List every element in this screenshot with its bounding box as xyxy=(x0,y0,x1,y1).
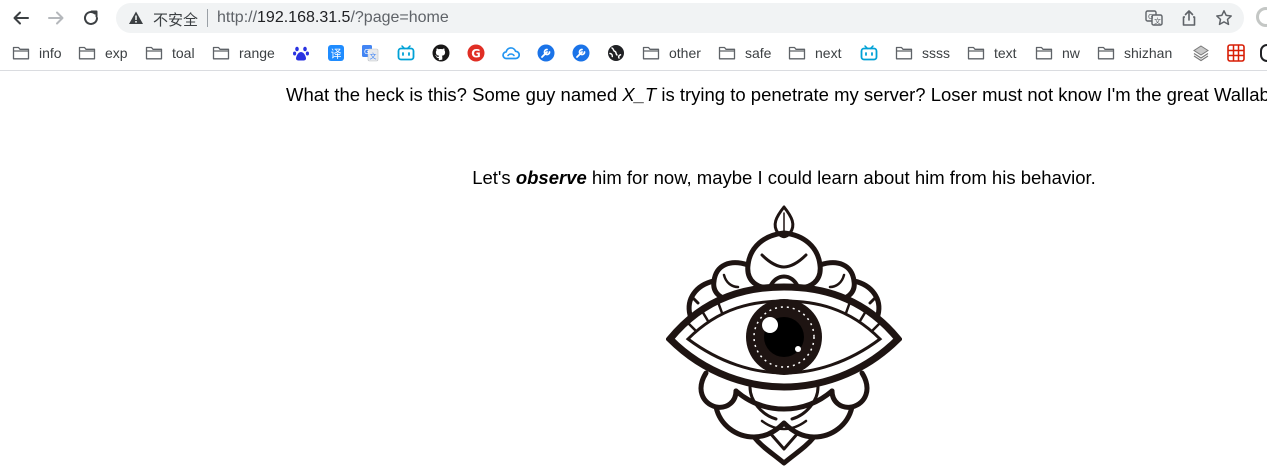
blue-tool-icon[interactable] xyxy=(537,44,555,62)
bookmark-label: text xyxy=(994,45,1017,61)
share-icon[interactable] xyxy=(1180,9,1198,27)
bookmark-star-icon[interactable] xyxy=(1215,9,1233,27)
intro-text-end: is trying to penetrate my server? Loser … xyxy=(656,84,1267,105)
attacker-name: X_T xyxy=(622,84,657,105)
overflow-bookmark-icon[interactable] xyxy=(1260,44,1267,62)
back-arrow-icon xyxy=(13,11,29,25)
not-secure-label[interactable]: 不安全 xyxy=(153,9,198,30)
bookmark-folder-ssss[interactable]: ssss xyxy=(895,36,950,70)
svg-text:G: G xyxy=(471,46,480,60)
forward-arrow-icon xyxy=(48,11,64,25)
reload-button[interactable] xyxy=(78,6,104,30)
reload-icon xyxy=(84,10,98,25)
folder-icon xyxy=(78,46,96,60)
warning-triangle-icon[interactable] xyxy=(128,10,144,26)
bookmark-folder-range[interactable]: range xyxy=(212,36,275,70)
url-scheme: http:// xyxy=(217,9,258,26)
github-icon[interactable] xyxy=(432,44,450,62)
bookmark-folder-info[interactable]: info xyxy=(12,36,62,70)
baidu-paw-icon[interactable] xyxy=(292,44,310,62)
bookmark-label: next xyxy=(815,45,842,61)
bookmark-label: safe xyxy=(745,45,772,61)
bookmark-folder-exp[interactable]: exp xyxy=(78,36,128,70)
url-host: 192.168.31.5 xyxy=(257,9,351,26)
svg-text:译: 译 xyxy=(331,48,342,61)
folder-icon xyxy=(788,46,806,60)
folder-icon xyxy=(1097,46,1115,60)
cloud-icon[interactable] xyxy=(502,44,520,62)
observe-paragraph: Let's observe him for now, maybe I could… xyxy=(0,167,1267,189)
profile-avatar[interactable] xyxy=(1256,7,1267,27)
page-content: What the heck is this? Some guy named X_… xyxy=(0,71,1267,468)
bilibili-icon[interactable] xyxy=(860,44,878,62)
translate-page-icon[interactable]: G 文 xyxy=(1145,9,1163,27)
bookmark-label: exp xyxy=(105,45,128,61)
bookmark-label: range xyxy=(239,45,275,61)
url-text[interactable]: http://192.168.31.5/?page=home xyxy=(217,9,449,27)
browser-toolbar: 不安全 http://192.168.31.5/?page=home G 文 xyxy=(0,0,1267,36)
bookmark-folder-nw[interactable]: nw xyxy=(1035,36,1080,70)
bookmark-folder-safe[interactable]: safe xyxy=(718,36,771,70)
red-grid-icon[interactable] xyxy=(1227,44,1245,62)
folder-icon xyxy=(718,46,736,60)
translate-yi-icon[interactable]: 译 xyxy=(327,44,345,62)
observe-emphasis: observe xyxy=(515,167,587,188)
forward-button[interactable] xyxy=(43,6,69,30)
folder-icon xyxy=(212,46,230,60)
bookmark-label: nw xyxy=(1062,45,1080,61)
google-translate-icon[interactable]: G 文 xyxy=(361,44,379,62)
bookmark-label: ssss xyxy=(922,45,950,61)
observe-text-start: Let's xyxy=(472,167,516,188)
bookmark-label: shizhan xyxy=(1124,45,1173,61)
bilibili-icon[interactable] xyxy=(397,44,415,62)
bookmark-folder-shizhan[interactable]: shizhan xyxy=(1097,36,1172,70)
address-separator xyxy=(207,9,208,27)
bookmark-label: other xyxy=(669,45,701,61)
svg-text:文: 文 xyxy=(370,52,377,61)
bookmark-label: info xyxy=(39,45,62,61)
folder-icon xyxy=(145,46,163,60)
svg-text:G: G xyxy=(1148,13,1153,21)
observe-text-end: him for now, maybe I could learn about h… xyxy=(586,167,1096,188)
bookmark-folder-next[interactable]: next xyxy=(788,36,841,70)
svg-text:文: 文 xyxy=(1154,17,1161,26)
ornate-eye-image xyxy=(665,203,903,467)
bookmark-folder-text[interactable]: text xyxy=(967,36,1017,70)
blue-tool-icon[interactable] xyxy=(572,44,590,62)
bookmarks-bar: info exp toal range 译 G 文 G other safe n… xyxy=(0,36,1267,71)
bookmark-folder-other[interactable]: other xyxy=(642,36,701,70)
bookmark-folder-toal[interactable]: toal xyxy=(145,36,195,70)
intro-text-start: What the heck is this? Some guy named xyxy=(286,84,623,105)
folder-icon xyxy=(12,46,30,60)
red-g-icon[interactable]: G xyxy=(467,44,485,62)
bookmark-label: toal xyxy=(172,45,195,61)
back-button[interactable] xyxy=(8,6,34,30)
address-bar[interactable]: 不安全 http://192.168.31.5/?page=home G 文 xyxy=(116,3,1244,33)
folder-icon xyxy=(895,46,913,60)
layers-icon[interactable] xyxy=(1192,44,1210,62)
folder-icon xyxy=(967,46,985,60)
folder-icon xyxy=(642,46,660,60)
globe-icon[interactable] xyxy=(607,44,625,62)
url-path: /?page=home xyxy=(350,9,449,26)
eye-illustration xyxy=(665,205,903,466)
folder-icon xyxy=(1035,46,1053,60)
intro-paragraph: What the heck is this? Some guy named X_… xyxy=(286,84,1267,106)
